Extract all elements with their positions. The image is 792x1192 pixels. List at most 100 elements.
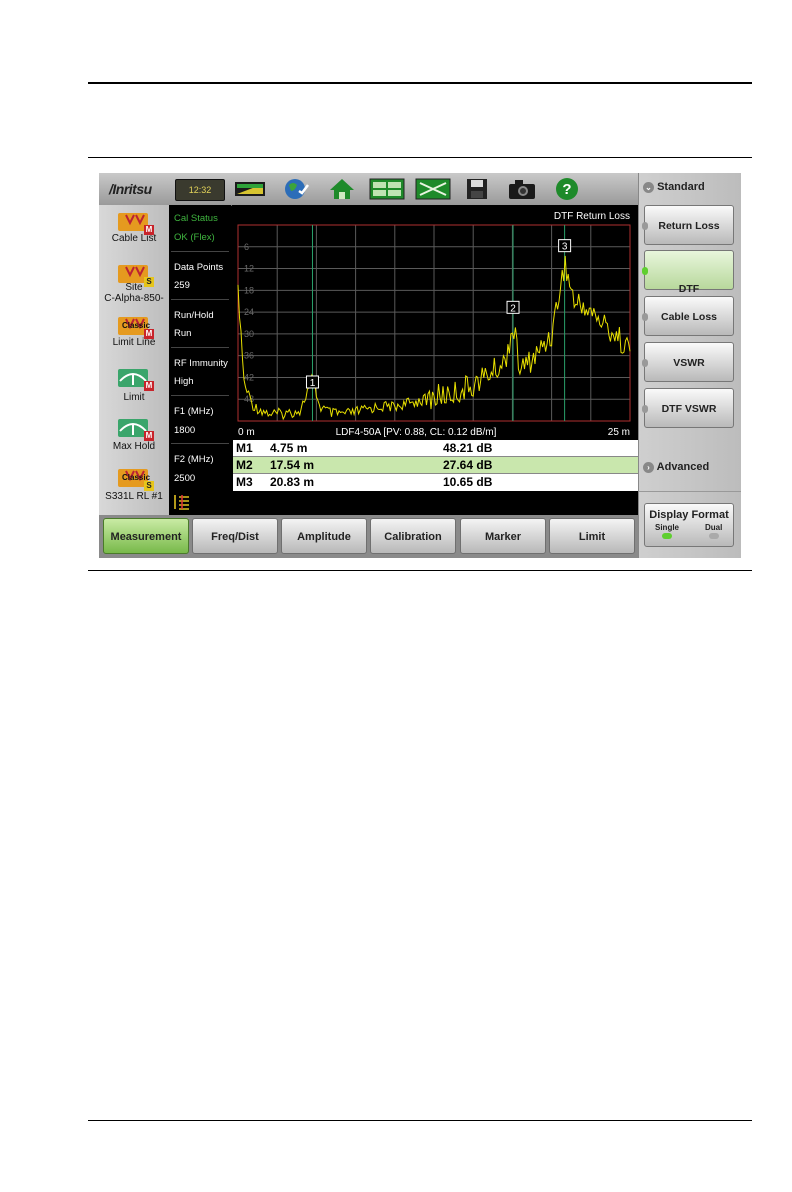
table-row[interactable]: M3 20.83 m 10.65 dB (233, 474, 638, 490)
advanced-label: Advanced (656, 461, 710, 473)
y-tick-label: 24 (244, 307, 254, 317)
quick-item-limit-line[interactable]: Classic M Limit Line (99, 315, 169, 348)
dual-radio (709, 533, 719, 539)
cal-status-label: Cal Status (174, 213, 218, 224)
menu-freq-dist-button[interactable]: Freq/Dist (192, 518, 278, 554)
data-points-value: 259 (174, 280, 190, 291)
clock-display: 12:32 (175, 179, 225, 201)
menu-calibration-button[interactable]: Calibration (370, 518, 456, 554)
divider (171, 299, 229, 300)
run-hold-label: Run/Hold (174, 310, 214, 321)
menu-marker-button[interactable]: Marker (460, 518, 546, 554)
indicator-led (642, 313, 648, 321)
marker-table-icon[interactable] (172, 493, 192, 511)
chart-title: DTF Return Loss (554, 211, 630, 222)
marker-position: 20.83 m (270, 475, 315, 489)
camera-icon[interactable] (507, 177, 537, 201)
y-tick-label: 6 (244, 242, 249, 252)
data-points-label: Data Points (174, 262, 224, 273)
standard-toggle[interactable]: ⌄ Standard (643, 181, 705, 193)
fullscreen-icon[interactable] (415, 177, 451, 201)
split-screen-icon[interactable] (369, 177, 405, 201)
chevron-right-icon: › (643, 461, 654, 473)
marker-value: 27.64 dB (443, 458, 493, 472)
marker-id: M2 (236, 458, 253, 472)
main-menu-bar: Measurement Freq/Dist Amplitude Calibrat… (99, 515, 639, 558)
f2-label: F2 (MHz) (174, 454, 214, 465)
vswr-button[interactable]: VSWR (642, 342, 734, 382)
top-toolbar: /Inritsu 12:32 ? (99, 173, 639, 206)
page-top-rule (88, 82, 752, 84)
y-tick-label: 12 (244, 264, 254, 274)
divider (171, 251, 229, 252)
divider (639, 491, 741, 492)
indicator-led (642, 359, 648, 367)
divider (171, 443, 229, 444)
dtf-chart: 612182430364248123DTF Return Loss0 m 25 m… (237, 211, 631, 438)
quick-item-label: Limit Line (112, 337, 156, 348)
table-row[interactable]: M2 17.54 m 27.64 dB (233, 457, 638, 474)
figure-top-rule (88, 157, 752, 158)
badge: S (144, 481, 154, 491)
quick-item-limit[interactable]: M Limit (99, 367, 169, 403)
marker-id: M3 (236, 475, 253, 489)
button-label: DTF VSWR (661, 403, 717, 415)
cal-status-value: OK (Flex) (174, 232, 215, 243)
quick-item-max-hold[interactable]: M Max Hold (99, 417, 169, 452)
x-start-label: 0 m (238, 427, 255, 438)
table-row[interactable]: M1 4.75 m 48.21 dB (233, 440, 638, 457)
return-loss-button[interactable]: Return Loss (642, 205, 734, 245)
quick-item-s331l[interactable]: Classic S S331L RL #1 (99, 467, 169, 502)
badge: M (144, 225, 154, 235)
quick-item-label: Max Hold (112, 441, 156, 452)
single-radio (662, 533, 672, 539)
cable-loss-button[interactable]: Cable Loss (642, 296, 734, 336)
badge: M (144, 381, 154, 391)
quick-item-label: Limit (123, 392, 145, 403)
menu-amplitude-button[interactable]: Amplitude (281, 518, 367, 554)
battery-icon[interactable] (233, 177, 269, 201)
dtf-graph[interactable]: 6 12 18 24 30 36 42 48 1 2 3 DTF Return Loss 0 m 25 m… (232, 205, 638, 441)
divider (171, 347, 229, 348)
indicator-led (642, 222, 648, 230)
marker-label: 1 (310, 378, 316, 389)
display-format-button[interactable]: Display Format Single Dual (644, 503, 734, 547)
quick-item-label: S331L RL #1 (105, 491, 163, 502)
y-tick-label: 42 (244, 372, 254, 382)
globe-gps-icon[interactable] (281, 177, 311, 201)
marker-position: 17.54 m (270, 458, 315, 472)
quick-item-label: Cable List (111, 233, 157, 244)
home-icon[interactable] (327, 177, 357, 201)
single-option-label: Single (655, 523, 680, 532)
advanced-toggle[interactable]: › Advanced (643, 461, 709, 473)
marker-label: 3 (562, 242, 568, 253)
help-icon[interactable]: ? (553, 177, 581, 201)
instrument-screenshot: /Inritsu 12:32 ? M Cable List S Site C-A… (99, 173, 741, 558)
brand-logo: /Inritsu (109, 181, 152, 197)
dtf-vswr-button[interactable]: DTF VSWR (642, 388, 734, 428)
f2-value: 2500 (174, 473, 196, 484)
button-label: Cable Loss (660, 311, 718, 323)
quick-item-cable-list[interactable]: M Cable List (99, 211, 169, 244)
badge: S (144, 277, 154, 287)
y-tick-label: 48 (244, 394, 254, 404)
cable-info-label: LDF4-50A [PV: 0.88, CL: 0.12 dB/m] (336, 427, 497, 438)
divider (171, 395, 229, 396)
quick-item-sublabel: C-Alpha-850- (104, 293, 164, 304)
save-icon[interactable] (465, 177, 489, 201)
status-column: Cal Status OK (Flex) Data Points 259 Run… (169, 205, 231, 515)
menu-limit-button[interactable]: Limit (549, 518, 635, 554)
svg-text:?: ? (562, 181, 571, 198)
display-format-title: Display Format (649, 509, 729, 521)
marker-label: 2 (510, 303, 516, 314)
y-tick-label: 36 (244, 351, 254, 361)
marker-value: 48.21 dB (443, 441, 493, 455)
button-label: Return Loss (658, 220, 720, 232)
indicator-led (642, 405, 648, 413)
menu-measurement-button[interactable]: Measurement (103, 518, 189, 554)
f1-value: 1800 (174, 425, 196, 436)
quick-item-site[interactable]: S Site C-Alpha-850- (99, 263, 169, 304)
marker-id: M1 (236, 441, 253, 455)
badge: M (144, 431, 154, 441)
dtf-return-loss-button[interactable]: DTF Return Loss (642, 250, 734, 307)
